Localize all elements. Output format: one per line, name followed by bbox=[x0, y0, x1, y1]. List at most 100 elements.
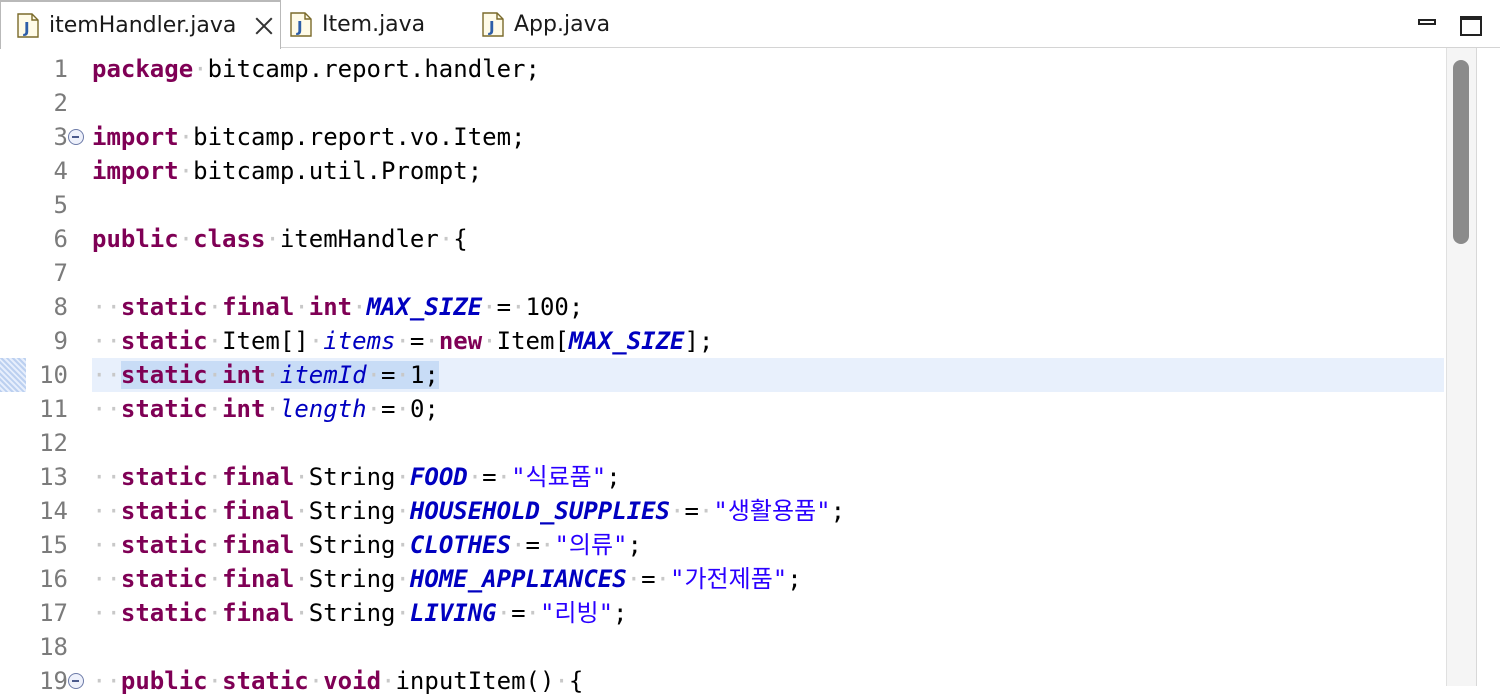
code-token: final bbox=[222, 531, 295, 559]
code-token: = bbox=[381, 395, 396, 423]
line-number: 16 bbox=[39, 565, 68, 593]
code-token: int bbox=[222, 395, 266, 423]
code-token: int bbox=[222, 361, 266, 389]
code-token: · bbox=[698, 497, 714, 525]
code-line[interactable]: import·bitcamp.util.Prompt; bbox=[92, 154, 482, 188]
code-line[interactable]: ··public·static·void·inputItem()·{ bbox=[92, 664, 583, 698]
code-token: itemId bbox=[279, 361, 367, 389]
code-token: ·· bbox=[92, 599, 121, 627]
code-token: · bbox=[482, 293, 497, 321]
code-token: static bbox=[120, 293, 208, 321]
close-icon[interactable] bbox=[254, 16, 274, 36]
code-token: String bbox=[308, 565, 396, 593]
code-token: · bbox=[207, 667, 223, 695]
tab-app-java[interactable]: J App.java bbox=[474, 0, 610, 48]
code-token: · bbox=[207, 497, 223, 525]
tab-item-java[interactable]: J Item.java bbox=[282, 0, 425, 48]
code-token: · bbox=[655, 565, 671, 593]
code-token: new bbox=[438, 327, 483, 355]
code-token: ; bbox=[830, 497, 846, 525]
code-line[interactable]: import·bitcamp.report.vo.Item; bbox=[92, 120, 526, 154]
code-line[interactable]: ··static·final·String·LIVING·=·"리빙"; bbox=[92, 596, 628, 630]
code-token: · bbox=[207, 599, 223, 627]
code-line[interactable]: ··static·final·String·CLOTHES·=·"의류"; bbox=[92, 528, 642, 562]
code-token: · bbox=[438, 225, 454, 253]
code-token: import bbox=[92, 123, 179, 151]
code-line[interactable]: ··static·final·int·MAX_SIZE·=·100; bbox=[92, 290, 583, 324]
code-token: import bbox=[92, 157, 179, 185]
code-token: final bbox=[222, 463, 295, 491]
code-token: final bbox=[222, 565, 295, 593]
code-token: · bbox=[265, 361, 280, 389]
code-token: · bbox=[207, 293, 223, 321]
code-line[interactable]: ··static·final·String·HOME_APPLIANCES·=·… bbox=[92, 562, 802, 596]
code-token: · bbox=[511, 531, 526, 559]
code-token: static bbox=[120, 531, 208, 559]
code-token: final bbox=[222, 497, 295, 525]
code-line[interactable]: package·bitcamp.report.handler; bbox=[92, 52, 540, 86]
svg-text:J: J bbox=[488, 18, 495, 36]
code-token: String bbox=[308, 599, 396, 627]
line-number: 6 bbox=[53, 225, 68, 253]
code-token: ·· bbox=[92, 531, 121, 559]
editor-tab-bar: J itemHandler.java J Item.java J App.jav… bbox=[0, 0, 1500, 49]
code-token: "식료품" bbox=[511, 463, 607, 491]
code-token: · bbox=[482, 327, 497, 355]
code-token: · bbox=[207, 361, 223, 389]
line-number: 13 bbox=[39, 463, 68, 491]
code-line[interactable]: ··static·int·length·=·0; bbox=[92, 392, 439, 426]
minimize-icon[interactable] bbox=[1418, 14, 1438, 38]
code-token: · bbox=[626, 565, 642, 593]
code-token: "생활용품" bbox=[713, 497, 831, 525]
code-token: HOUSEHOLD_SUPPLIES bbox=[409, 497, 671, 525]
code-token: · bbox=[366, 395, 382, 423]
code-token: itemHandler bbox=[279, 225, 439, 253]
fold-collapse-icon[interactable] bbox=[68, 673, 84, 689]
code-token: ·· bbox=[92, 395, 121, 423]
line-number: 12 bbox=[39, 429, 68, 457]
line-number: 3 bbox=[53, 123, 68, 151]
code-token: · bbox=[308, 327, 324, 355]
code-token: 0; bbox=[409, 395, 439, 423]
code-token: · bbox=[294, 463, 309, 491]
line-number: 14 bbox=[39, 497, 68, 525]
code-token: = bbox=[525, 531, 540, 559]
code-token: String bbox=[308, 497, 396, 525]
code-line[interactable]: ··static·final·String·FOOD·=·"식료품"; bbox=[92, 460, 621, 494]
code-line[interactable]: public·class·itemHandler·{ bbox=[92, 222, 468, 256]
code-token: · bbox=[670, 497, 685, 525]
line-number: 1 bbox=[53, 55, 68, 83]
code-token: · bbox=[395, 463, 410, 491]
code-token: final bbox=[222, 293, 295, 321]
scrollbar-thumb[interactable] bbox=[1453, 60, 1469, 244]
code-editor[interactable]: 1 package·bitcamp.report.handler; 2 3 import… bbox=[0, 48, 1446, 695]
tab-label: Item.java bbox=[322, 11, 426, 37]
maximize-icon[interactable] bbox=[1460, 14, 1484, 38]
code-line[interactable]: ··static·final·String·HOUSEHOLD_SUPPLIES… bbox=[92, 494, 845, 528]
code-token: static bbox=[120, 395, 208, 423]
code-token: · bbox=[539, 531, 555, 559]
code-token: · bbox=[207, 531, 223, 559]
tab-itemhandler-java[interactable]: J itemHandler.java bbox=[0, 0, 281, 49]
code-token: · bbox=[207, 395, 223, 423]
tab-label: itemHandler.java bbox=[49, 13, 237, 38]
code-token: · bbox=[294, 531, 309, 559]
code-line[interactable]: ··static·Item[]·items·=·new·Item[MAX_SIZ… bbox=[92, 324, 713, 358]
code-token: · bbox=[424, 327, 439, 355]
code-token: · bbox=[395, 497, 410, 525]
code-token: LIVING bbox=[409, 599, 497, 627]
line-number: 7 bbox=[53, 259, 68, 287]
code-token: · bbox=[294, 293, 309, 321]
code-token: ·· bbox=[92, 293, 121, 321]
code-token: · bbox=[467, 463, 483, 491]
vertical-scrollbar[interactable] bbox=[1446, 48, 1476, 686]
code-token: { bbox=[568, 667, 584, 695]
code-token: class bbox=[193, 225, 266, 253]
code-token: · bbox=[308, 667, 324, 695]
code-line[interactable]: ··static·int·itemId·=·1; bbox=[92, 358, 439, 392]
code-token: ; bbox=[606, 463, 621, 491]
fold-collapse-icon[interactable] bbox=[68, 129, 84, 145]
code-token: · bbox=[381, 667, 396, 695]
code-token: ; bbox=[613, 599, 628, 627]
code-token: · bbox=[265, 225, 280, 253]
